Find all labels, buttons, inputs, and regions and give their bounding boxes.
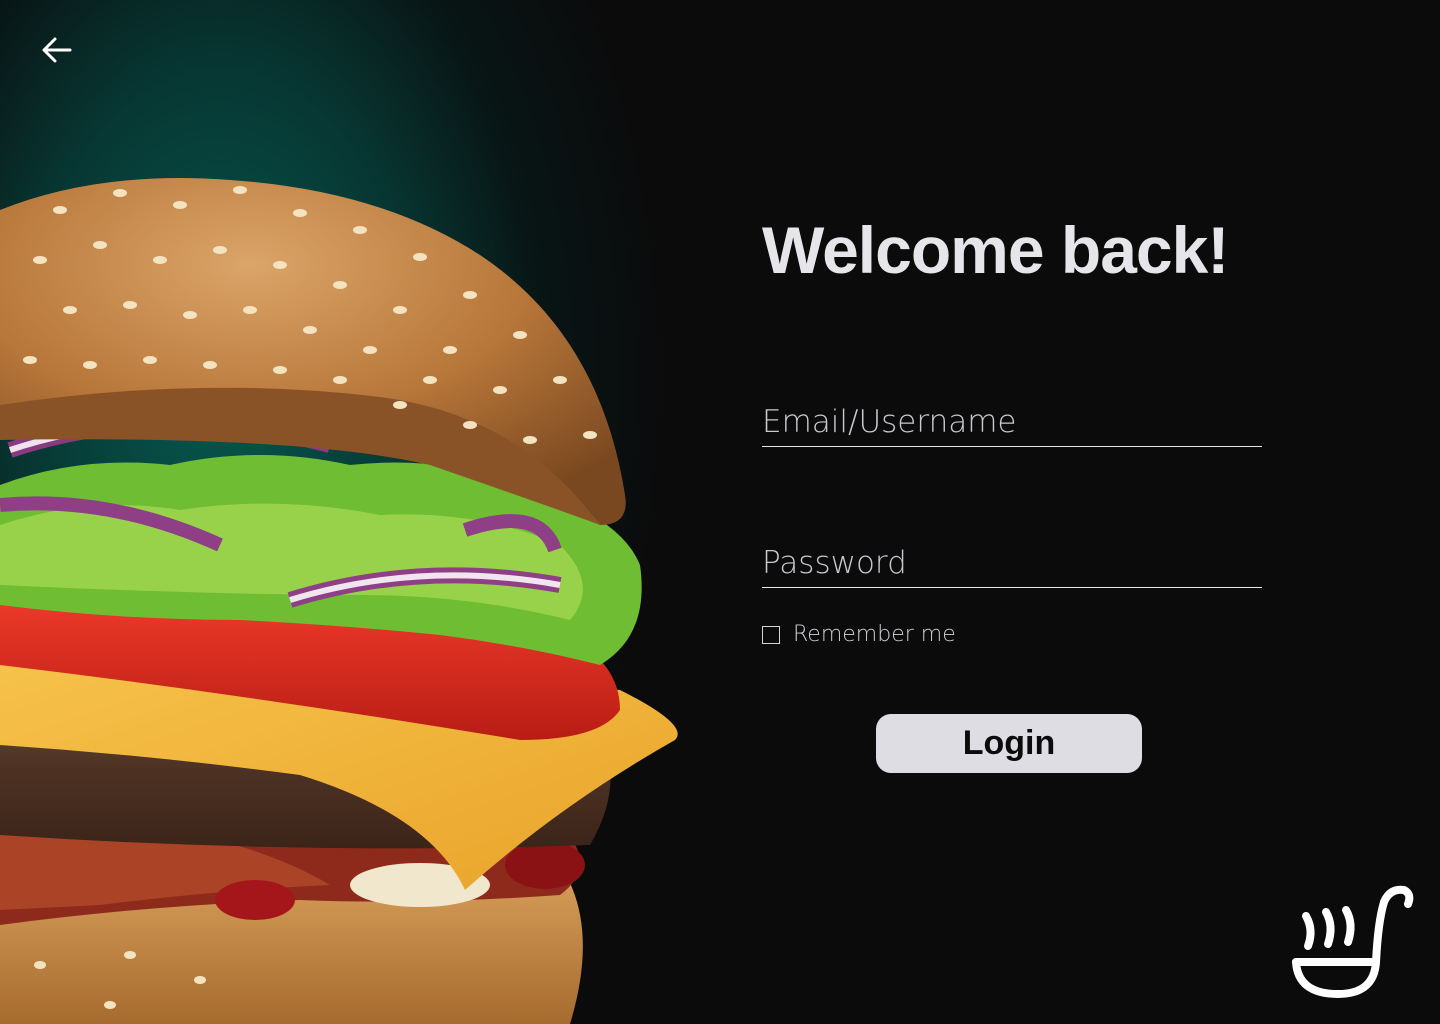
- email-input[interactable]: [762, 404, 1262, 446]
- email-field[interactable]: [762, 404, 1262, 447]
- password-field[interactable]: [762, 545, 1262, 588]
- back-button[interactable]: [40, 34, 74, 66]
- remember-me-label: Remember me: [793, 622, 956, 647]
- ladle-soup-logo-icon: [1292, 885, 1414, 998]
- login-button[interactable]: Login: [876, 714, 1142, 773]
- password-input[interactable]: [762, 545, 1262, 587]
- remember-me-checkbox[interactable]: [762, 625, 780, 644]
- page-title: Welcome back!: [762, 213, 1229, 287]
- remember-me-option[interactable]: Remember me: [762, 622, 956, 647]
- burger-image: [0, 178, 678, 1024]
- arrow-left-icon: [42, 37, 72, 63]
